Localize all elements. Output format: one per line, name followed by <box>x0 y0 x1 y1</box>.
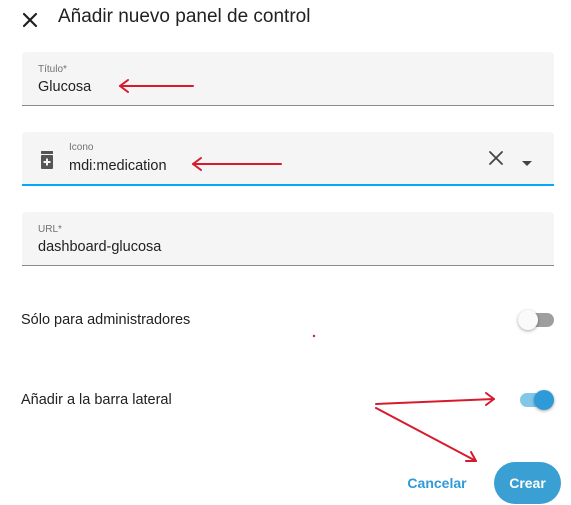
switch-thumb <box>534 390 554 410</box>
cancel-button[interactable]: Cancelar <box>398 466 476 500</box>
switch-thumb <box>518 310 538 330</box>
sidebar-label: Añadir a la barra lateral <box>21 392 172 408</box>
icon-field-value[interactable]: mdi:medication <box>69 158 167 174</box>
title-field[interactable]: Título* Glucosa <box>22 52 554 106</box>
caret-down-icon[interactable] <box>522 154 532 172</box>
url-field[interactable]: URL* dashboard-glucosa <box>22 212 554 266</box>
admin-only-switch[interactable] <box>518 309 554 331</box>
close-icon[interactable] <box>14 4 46 36</box>
url-field-label: URL* <box>38 224 62 235</box>
dialog-title: Añadir nuevo panel de control <box>58 6 311 27</box>
sidebar-switch[interactable] <box>518 389 554 411</box>
clear-icon[interactable] <box>488 150 504 171</box>
url-field-value[interactable]: dashboard-glucosa <box>38 239 161 255</box>
annotation-arrow <box>375 392 495 406</box>
title-field-label: Título* <box>38 64 67 75</box>
admin-only-label: Sólo para administradores <box>21 312 191 328</box>
icon-field-label: Icono <box>69 142 94 153</box>
icon-field[interactable]: Icono mdi:medication <box>22 132 554 186</box>
annotation-dot <box>312 334 316 338</box>
create-button[interactable]: Crear <box>494 462 561 504</box>
annotation-arrow <box>375 407 477 462</box>
title-field-value[interactable]: Glucosa <box>38 79 91 95</box>
medication-icon <box>40 151 54 174</box>
